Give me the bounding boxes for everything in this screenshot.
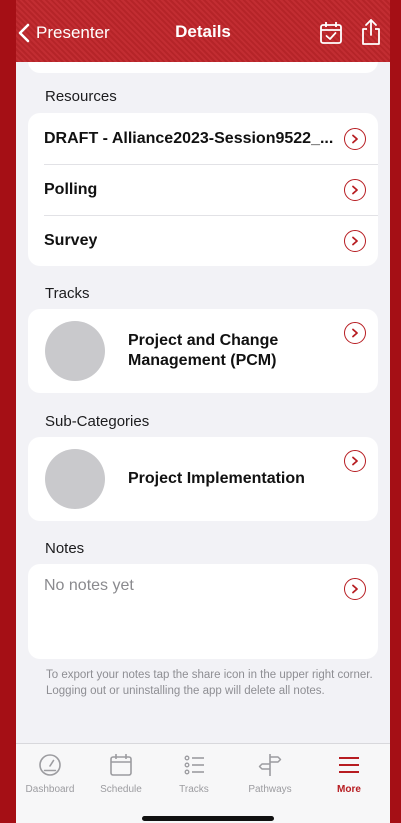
resources-header: Resources xyxy=(45,88,117,105)
notes-card[interactable]: No notes yet xyxy=(28,564,378,659)
tab-dashboard[interactable]: Dashboard xyxy=(15,752,85,795)
track-title-line: Management (PCM) xyxy=(128,352,277,369)
left-frame xyxy=(0,0,16,823)
tab-label: Tracks xyxy=(179,784,209,795)
previous-card xyxy=(28,62,378,73)
resource-row-draft[interactable]: DRAFT - Alliance2023-Session9522_... xyxy=(28,113,378,164)
share-icon[interactable] xyxy=(358,17,384,47)
resource-label: Polling xyxy=(44,180,98,198)
back-button[interactable]: Presenter xyxy=(18,20,110,46)
chevron-right-circle-icon xyxy=(344,127,366,150)
chevron-right-circle-icon xyxy=(344,450,366,472)
dashboard-gauge-icon xyxy=(39,754,61,776)
tracks-card: Project and Change Management (PCM) xyxy=(28,309,378,393)
track-title: Project and Change Management (PCM) xyxy=(128,331,328,371)
menu-icon xyxy=(339,757,359,773)
chevron-right-circle-icon xyxy=(344,578,366,600)
resources-card: DRAFT - Alliance2023-Session9522_... Pol… xyxy=(28,113,378,266)
signpost-icon xyxy=(258,754,282,776)
tab-label: Pathways xyxy=(248,784,292,795)
tab-pathways[interactable]: Pathways xyxy=(235,752,305,795)
tab-label: More xyxy=(337,784,361,795)
calendar-icon xyxy=(110,754,132,776)
tab-schedule[interactable]: Schedule xyxy=(86,752,156,795)
track-row[interactable]: Project and Change Management (PCM) xyxy=(28,309,378,393)
home-indicator[interactable] xyxy=(142,816,274,821)
list-icon xyxy=(184,755,204,775)
resource-row-polling[interactable]: Polling xyxy=(28,164,378,215)
subcategory-title: Project Implementation xyxy=(128,470,305,487)
resource-label: DRAFT - Alliance2023-Session9522_... xyxy=(44,129,334,147)
tab-label: Dashboard xyxy=(25,784,75,795)
tab-label: Schedule xyxy=(100,784,142,795)
subcategories-card: Project Implementation xyxy=(28,437,378,521)
chevron-left-icon xyxy=(18,23,30,43)
tab-tracks[interactable]: Tracks xyxy=(159,752,229,795)
subcategory-avatar xyxy=(45,449,105,509)
back-label: Presenter xyxy=(36,23,110,42)
notes-placeholder: No notes yet xyxy=(44,577,134,594)
navigation-bar: Presenter Details xyxy=(16,0,390,62)
track-title-line: Project and Change xyxy=(128,332,279,349)
subcategories-header: Sub-Categories xyxy=(45,413,150,430)
tab-bar: Dashboard Schedule Tracks Pathways More xyxy=(16,743,390,823)
chevron-right-circle-icon xyxy=(344,178,366,201)
chevron-right-circle-icon xyxy=(344,229,366,252)
right-frame xyxy=(390,0,401,823)
page-title: Details xyxy=(175,22,231,41)
tab-more[interactable]: More xyxy=(314,752,384,795)
details-content[interactable]: Resources DRAFT - Alliance2023-Session95… xyxy=(16,62,390,743)
track-avatar xyxy=(45,321,105,381)
subcategory-row[interactable]: Project Implementation xyxy=(28,437,378,521)
notes-header: Notes xyxy=(45,540,85,557)
notes-export-hint: To export your notes tap the share icon … xyxy=(46,669,373,697)
chevron-right-circle-icon xyxy=(344,322,366,344)
calendar-check-icon[interactable] xyxy=(318,20,344,46)
tracks-header: Tracks xyxy=(45,285,90,302)
resource-label: Survey xyxy=(44,231,98,249)
resource-row-survey[interactable]: Survey xyxy=(28,215,378,266)
